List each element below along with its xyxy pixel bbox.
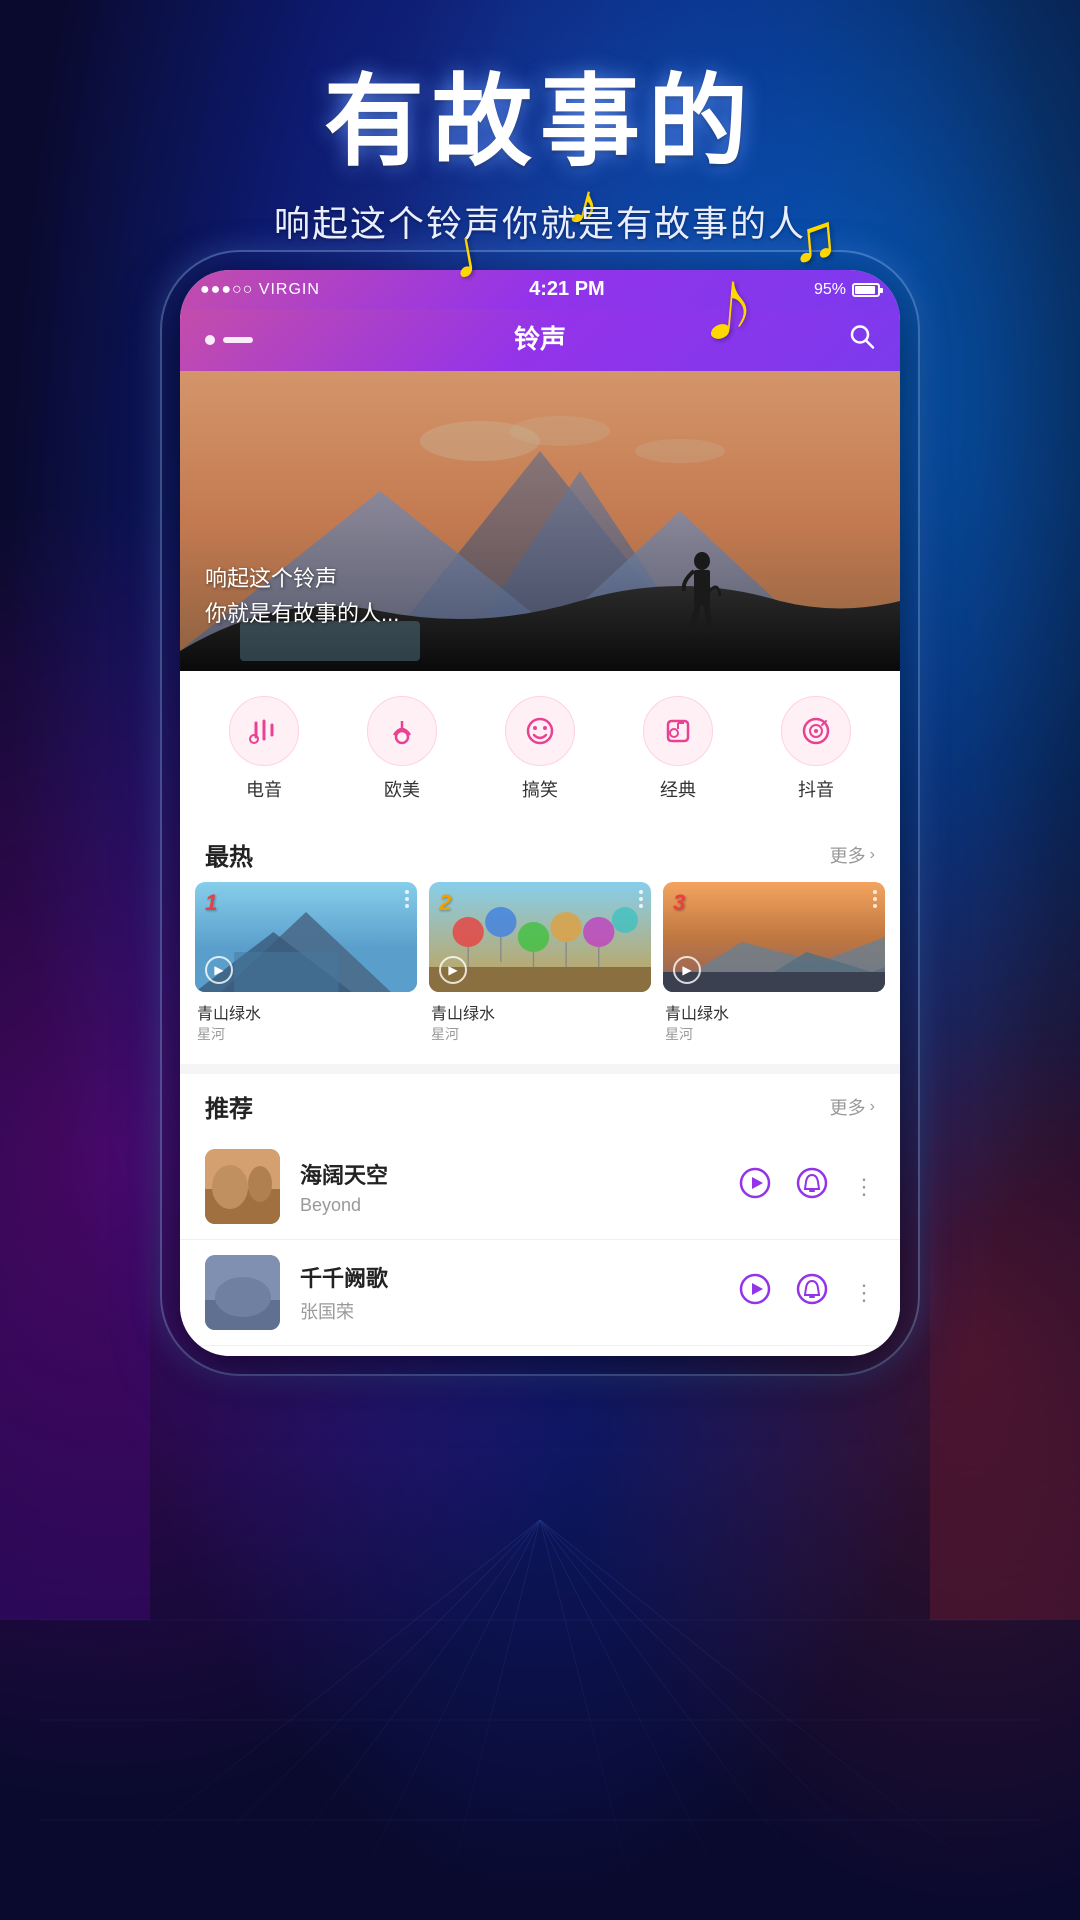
hot-item-1[interactable]: 1 ▶ 青山绿水 星河 [195, 882, 417, 1044]
hot-author-2: 星河 [431, 1024, 649, 1044]
phone-screen: ●●●○○ VIRGIN 4:21 PM 95% 铃声 [180, 270, 900, 1356]
hot-info-2: 青山绿水 星河 [429, 992, 651, 1044]
oumei-label: 欧美 [384, 776, 420, 802]
rec-artist-2: 张国荣 [300, 1298, 719, 1324]
phone-mockup: ♩ ♪ 𝅘𝅥𝅮 ♫ ●●●○○ VIRGIN 4:21 PM 95% [180, 270, 900, 1356]
rec-item-2: 千千阙歌 张国荣 [180, 1240, 900, 1346]
hot-name-3: 青山绿水 [665, 1000, 883, 1024]
douyin-icon [781, 696, 851, 766]
rec-more-2[interactable]: ⋮ [853, 1280, 875, 1306]
hot-author-1: 星河 [197, 1024, 415, 1044]
category-douyin[interactable]: 抖音 [781, 696, 851, 802]
recommend-section: 推荐 更多 › [180, 1074, 900, 1356]
rec-artist-1: Beyond [300, 1195, 719, 1216]
rec-title-2: 千千阙歌 [300, 1261, 719, 1293]
hot-more-btn[interactable]: 更多 › [830, 842, 875, 868]
category-oumei[interactable]: 欧美 [367, 696, 437, 802]
hot-item-3[interactable]: 3 ▶ 青山绿水 星河 [663, 882, 885, 1044]
sub-title: 响起这个铃声你就是有故事的人 [0, 195, 1080, 247]
hot-rank-2: 2 [439, 890, 451, 916]
rec-bell-1[interactable] [796, 1167, 828, 1206]
rec-bell-2[interactable] [796, 1273, 828, 1312]
categories-section: 电音 欧美 [180, 671, 900, 822]
section-divider [180, 1064, 900, 1074]
hot-rank-3: 3 [673, 890, 685, 916]
nav-dash [223, 337, 253, 343]
rec-thumb-1 [205, 1149, 280, 1224]
hot-thumb-1: 1 ▶ [195, 882, 417, 992]
diyin-icon [229, 696, 299, 766]
rec-item-1: 海阔天空 Beyond [180, 1134, 900, 1240]
gaoxiao-label: 搞笑 [522, 776, 558, 802]
hot-author-3: 星河 [665, 1024, 883, 1044]
rec-info-1: 海阔天空 Beyond [300, 1158, 719, 1216]
hot-info-3: 青山绿水 星河 [663, 992, 885, 1044]
rec-actions-2: ⋮ [739, 1273, 875, 1312]
category-jingdian[interactable]: 经典 [643, 696, 713, 802]
header-section: 有故事的 响起这个铃声你就是有故事的人 [0, 40, 1080, 247]
hero-line2: 你就是有故事的人... [205, 596, 399, 631]
rec-thumb-2 [205, 1255, 280, 1330]
hot-play-3[interactable]: ▶ [673, 956, 701, 984]
jingdian-label: 经典 [660, 776, 696, 802]
hot-item-2[interactable]: 2 ▶ 青山绿水 星河 [429, 882, 651, 1044]
nav-bar: 铃声 [180, 309, 900, 371]
hot-name-2: 青山绿水 [431, 1000, 649, 1024]
hero-text: 响起这个铃声 你就是有故事的人... [205, 561, 399, 631]
hot-section-header: 最热 更多 › [180, 822, 900, 882]
battery-pct: 95% [814, 281, 846, 299]
hot-dots-3 [873, 890, 877, 908]
hot-name-1: 青山绿水 [197, 1000, 415, 1024]
main-title: 有故事的 [0, 40, 1080, 185]
grid-decoration [40, 1520, 1040, 1920]
rec-play-1[interactable] [739, 1167, 771, 1206]
hot-grid-container: 1 ▶ 青山绿水 星河 [180, 882, 900, 1064]
rec-play-2[interactable] [739, 1273, 771, 1312]
phone-frame: ♩ ♪ 𝅘𝅥𝅮 ♫ ●●●○○ VIRGIN 4:21 PM 95% [180, 270, 900, 1356]
carrier-text: ●●●○○ VIRGIN [200, 281, 320, 299]
time-text: 4:21 PM [529, 278, 605, 301]
recommend-more-chevron: › [870, 1098, 875, 1116]
nav-title: 铃声 [514, 319, 566, 356]
hot-thumb-2: 2 ▶ [429, 882, 651, 992]
status-bar: ●●●○○ VIRGIN 4:21 PM 95% [180, 270, 900, 309]
recommend-more-btn[interactable]: 更多 › [830, 1094, 875, 1120]
hot-play-2[interactable]: ▶ [439, 956, 467, 984]
nav-dots [205, 335, 253, 345]
jingdian-icon [643, 696, 713, 766]
search-icon[interactable] [849, 324, 875, 357]
battery-icon [852, 283, 880, 297]
hot-title: 最热 [205, 837, 253, 872]
hot-grid: 1 ▶ 青山绿水 星河 [195, 882, 885, 1044]
gaoxiao-icon [505, 696, 575, 766]
hero-image: 响起这个铃声 你就是有故事的人... [180, 371, 900, 671]
battery-area: 95% [814, 281, 880, 299]
rec-title-1: 海阔天空 [300, 1158, 719, 1190]
rec-more-1[interactable]: ⋮ [853, 1174, 875, 1200]
hot-dots-1 [405, 890, 409, 908]
recommend-title: 推荐 [205, 1089, 253, 1124]
category-gaoxiao[interactable]: 搞笑 [505, 696, 575, 802]
hot-info-1: 青山绿水 星河 [195, 992, 417, 1044]
rec-actions-1: ⋮ [739, 1167, 875, 1206]
recommend-section-header: 推荐 更多 › [180, 1074, 900, 1134]
hot-more-chevron: › [870, 846, 875, 864]
hot-section: 最热 更多 › [180, 822, 900, 1064]
oumei-icon [367, 696, 437, 766]
douyin-label: 抖音 [798, 776, 834, 802]
hero-line1: 响起这个铃声 [205, 561, 399, 596]
hot-play-1[interactable]: ▶ [205, 956, 233, 984]
hot-rank-1: 1 [205, 890, 217, 916]
rec-info-2: 千千阙歌 张国荣 [300, 1261, 719, 1324]
diyin-label: 电音 [246, 776, 282, 802]
nav-dot-1 [205, 335, 215, 345]
hot-dots-2 [639, 890, 643, 908]
hot-thumb-3: 3 ▶ [663, 882, 885, 992]
category-diyin[interactable]: 电音 [229, 696, 299, 802]
